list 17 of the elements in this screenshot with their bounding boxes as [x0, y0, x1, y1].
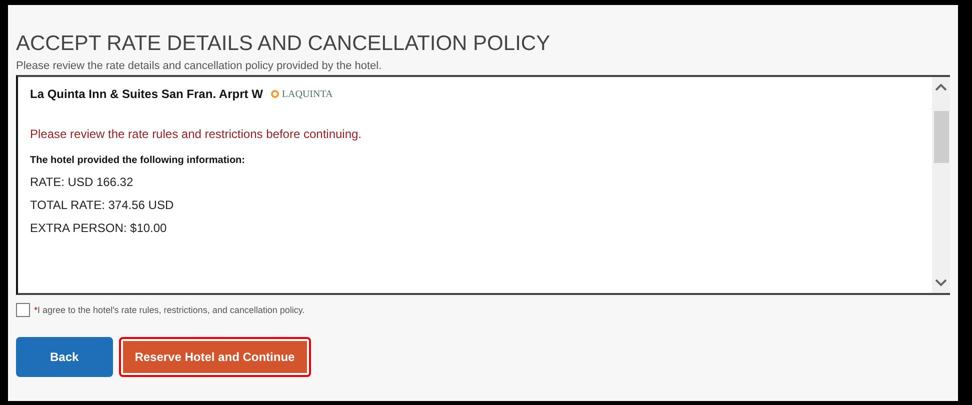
back-button[interactable]: Back: [16, 337, 113, 377]
rate-line: EXTRA PERSON: $10.00: [30, 221, 168, 235]
chevron-down-icon[interactable]: [935, 279, 947, 287]
reserve-button[interactable]: Reserve Hotel and Continue: [118, 337, 311, 377]
agree-checkbox[interactable]: [16, 303, 30, 317]
page-title: ACCEPT RATE DETAILS AND CANCELLATION POLICY: [16, 31, 552, 57]
rate-line: RATE: USD 166.32: [30, 175, 134, 189]
rate-line: TOTAL RATE: 374.56 USD: [30, 198, 175, 212]
scrollbar[interactable]: [932, 77, 950, 293]
warning-text: Please review the rate rules and restrictions before continuing.: [30, 127, 363, 141]
scrollbar-thumb[interactable]: [934, 111, 949, 163]
page-subtitle: Please review the rate details and cancellation policy provided by the hotel.: [16, 59, 383, 73]
info-heading: The hotel provided the following information:: [30, 155, 246, 166]
hotel-logo: LAQUINTA: [270, 88, 333, 100]
chevron-up-icon[interactable]: [935, 83, 947, 91]
agree-label: *I agree to the hotel's rate rules, restrictions, and cancellation policy.: [34, 305, 305, 315]
hotel-name: La Quinta Inn & Suites San Fran. Arprt W: [30, 87, 263, 101]
